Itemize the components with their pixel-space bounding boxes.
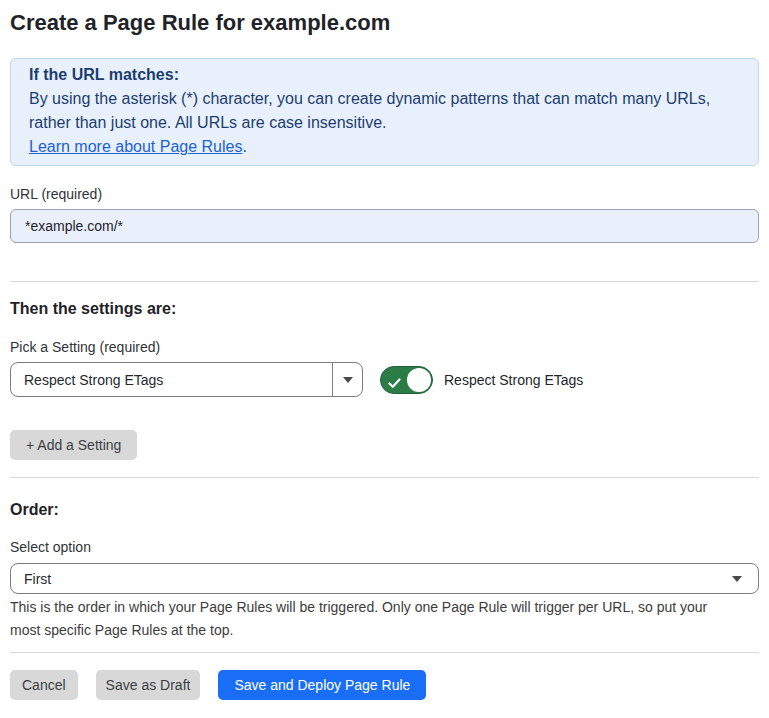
cancel-button[interactable]: Cancel: [10, 670, 78, 700]
footer-actions: Cancel Save as Draft Save and Deploy Pag…: [10, 670, 759, 700]
add-setting-button[interactable]: + Add a Setting: [10, 430, 137, 460]
toggle-knob: [407, 368, 431, 392]
select-option-label: Select option: [10, 539, 759, 555]
info-box-body: By using the asterisk (*) character, you…: [29, 87, 740, 135]
order-select[interactable]: First: [10, 563, 759, 594]
setting-select[interactable]: Respect Strong ETags: [10, 362, 363, 397]
info-box-link-line: Learn more about Page Rules.: [29, 135, 740, 159]
order-help-text: This is the order in which your Page Rul…: [10, 596, 722, 642]
divider-bottom: [10, 652, 759, 653]
save-draft-button[interactable]: Save as Draft: [96, 670, 201, 700]
url-input[interactable]: [10, 209, 759, 243]
learn-more-link[interactable]: Learn more about Page Rules: [29, 138, 242, 155]
chevron-down-icon: [732, 576, 742, 582]
url-label: URL (required): [10, 186, 759, 202]
etags-toggle[interactable]: [380, 366, 433, 394]
divider-top: [10, 281, 759, 282]
info-box-heading: If the URL matches:: [29, 63, 740, 87]
divider-middle: [10, 477, 759, 478]
toggle-label: Respect Strong ETags: [444, 372, 583, 388]
link-period: .: [242, 138, 246, 155]
page-title: Create a Page Rule for example.com: [10, 0, 759, 36]
order-heading: Order:: [10, 501, 759, 519]
pick-setting-label: Pick a Setting (required): [10, 339, 759, 355]
setting-select-arrow-button[interactable]: [332, 363, 362, 396]
chevron-down-icon: [343, 377, 353, 383]
save-deploy-button[interactable]: Save and Deploy Page Rule: [218, 670, 426, 700]
setting-select-value: Respect Strong ETags: [11, 363, 332, 396]
setting-row: Respect Strong ETags Respect Strong ETag…: [10, 362, 759, 397]
url-match-info-box: If the URL matches: By using the asteris…: [10, 58, 759, 166]
order-select-value: First: [24, 571, 51, 587]
settings-heading: Then the settings are:: [10, 300, 759, 318]
check-icon: [388, 375, 401, 393]
page-rule-form: Create a Page Rule for example.com If th…: [0, 0, 769, 700]
